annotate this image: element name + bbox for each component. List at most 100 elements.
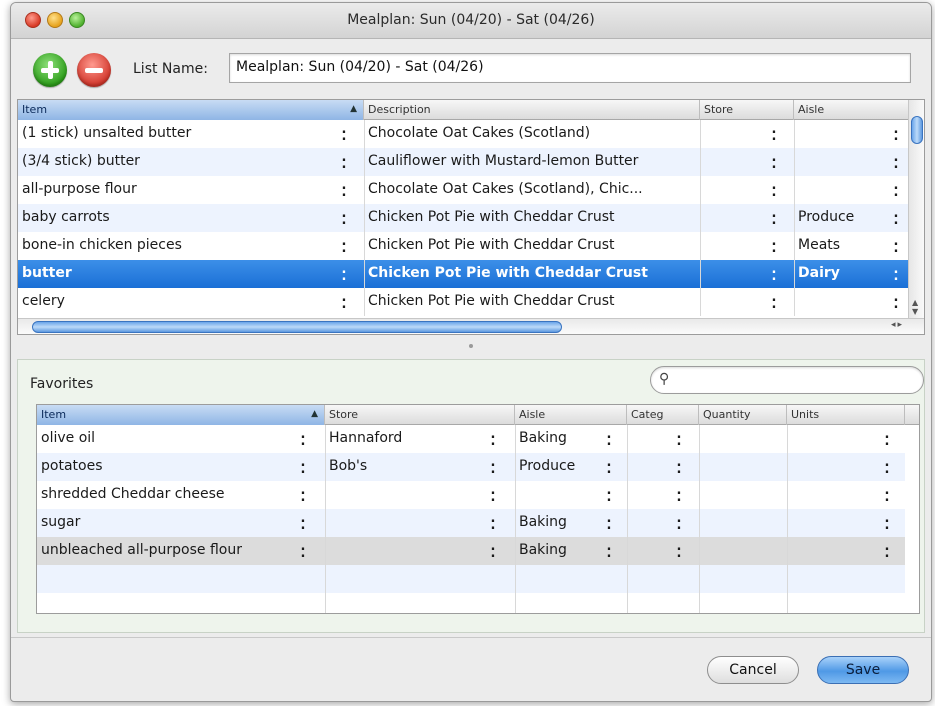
cell-store[interactable] — [700, 120, 772, 148]
fav-cell-categ[interactable] — [627, 537, 673, 565]
cell-item[interactable]: butter — [18, 260, 342, 288]
table-row[interactable]: celery.. Chicken Pot Pie with Cheddar Cru… — [18, 288, 910, 316]
fav-cell-categ[interactable] — [627, 453, 673, 481]
popup-stepper-icon[interactable]: .. — [489, 456, 497, 476]
popup-stepper-icon[interactable]: .. — [892, 123, 900, 143]
favorites-row[interactable]: olive oil.. Hannaford.. Baking...... — [37, 425, 905, 453]
cell-item[interactable]: baby carrots — [18, 204, 342, 232]
column-header-store[interactable]: Store — [700, 100, 794, 120]
cell-description[interactable]: Chocolate Oat Cakes (Scotland) — [364, 120, 696, 148]
table-row[interactable]: bone-in chicken pieces.. Chicken Pot Pie … — [18, 232, 910, 260]
popup-stepper-icon[interactable]: .. — [892, 179, 900, 199]
cell-aisle[interactable] — [794, 148, 888, 176]
horizontal-scroll-thumb[interactable] — [32, 321, 562, 333]
cell-description[interactable]: Chicken Pot Pie with Cheddar Crust — [364, 260, 696, 288]
cell-store[interactable] — [700, 204, 772, 232]
add-item-button[interactable] — [33, 53, 67, 87]
remove-item-button[interactable] — [77, 53, 111, 87]
fav-cell-aisle[interactable]: Produce — [515, 453, 601, 481]
table-row[interactable]: all-purpose flour.. Chocolate Oat Cakes (… — [18, 176, 910, 204]
favorites-search-input[interactable] — [679, 371, 915, 388]
fav-cell-units[interactable] — [787, 509, 879, 537]
cell-description[interactable]: Chocolate Oat Cakes (Scotland), Chic... — [364, 176, 696, 204]
fav-cell-store[interactable]: Bob's — [325, 453, 489, 481]
horizontal-scrollbar[interactable]: ◂▸ — [18, 318, 924, 334]
cell-item[interactable]: (1 stick) unsalted butter — [18, 120, 342, 148]
popup-stepper-icon[interactable]: .. — [340, 235, 348, 255]
popup-stepper-icon[interactable]: .. — [489, 484, 497, 504]
popup-stepper-icon[interactable]: .. — [489, 512, 497, 532]
fav-column-header-item[interactable]: Item ▲ — [37, 405, 325, 425]
vertical-scroll-thumb[interactable] — [911, 116, 923, 144]
cell-store[interactable] — [700, 148, 772, 176]
cell-aisle[interactable]: Produce — [794, 204, 888, 232]
popup-stepper-icon[interactable]: .. — [892, 151, 900, 171]
popup-stepper-icon[interactable]: .. — [892, 291, 900, 311]
table-row[interactable]: baby carrots.. Chicken Pot Pie with Chedd… — [18, 204, 910, 232]
fav-cell-aisle[interactable]: Baking — [515, 537, 601, 565]
fav-column-header-store[interactable]: Store — [325, 405, 515, 425]
favorites-search-field[interactable]: ⚲ — [650, 366, 924, 394]
popup-stepper-icon[interactable]: .. — [605, 540, 613, 560]
popup-stepper-icon[interactable]: .. — [299, 540, 307, 560]
fav-cell-item[interactable]: shredded Cheddar cheese — [37, 481, 299, 509]
fav-column-header-aisle[interactable]: Aisle — [515, 405, 627, 425]
popup-stepper-icon[interactable]: .. — [892, 263, 900, 283]
fav-cell-item[interactable]: potatoes — [37, 453, 299, 481]
fav-column-header-quantity[interactable]: Quantity — [699, 405, 787, 425]
column-header-description[interactable]: Description — [364, 100, 700, 120]
popup-stepper-icon[interactable]: .. — [340, 207, 348, 227]
fav-cell-store[interactable]: Hannaford — [325, 425, 489, 453]
fav-cell-categ[interactable] — [627, 481, 673, 509]
popup-stepper-icon[interactable]: .. — [340, 291, 348, 311]
fav-cell-store[interactable] — [325, 509, 489, 537]
scroll-arrows-icon[interactable]: ▲ ▼ — [912, 298, 918, 316]
fav-cell-store[interactable] — [325, 537, 489, 565]
table-row[interactable]: (1 stick) unsalted butter.. Chocolate Oat… — [18, 120, 910, 148]
popup-stepper-icon[interactable]: .. — [299, 456, 307, 476]
fav-cell-categ[interactable] — [627, 425, 673, 453]
cell-description[interactable]: Cauliflower with Mustard-lemon Butter — [364, 148, 696, 176]
popup-stepper-icon[interactable]: .. — [675, 456, 683, 476]
popup-stepper-icon[interactable]: .. — [299, 512, 307, 532]
list-name-input[interactable]: Mealplan: Sun (04/20) - Sat (04/26) — [229, 53, 911, 83]
fav-column-header-units[interactable]: Units — [787, 405, 905, 425]
popup-stepper-icon[interactable]: .. — [892, 207, 900, 227]
popup-stepper-icon[interactable]: .. — [770, 263, 778, 283]
popup-stepper-icon[interactable]: .. — [340, 151, 348, 171]
fav-column-header-categ[interactable]: Categ — [627, 405, 699, 425]
popup-stepper-icon[interactable]: .. — [770, 179, 778, 199]
popup-stepper-icon[interactable]: .. — [770, 235, 778, 255]
popup-stepper-icon[interactable]: .. — [770, 291, 778, 311]
fav-cell-aisle[interactable]: Baking — [515, 509, 601, 537]
cancel-button[interactable]: Cancel — [707, 656, 799, 684]
cell-description[interactable]: Chicken Pot Pie with Cheddar Crust — [364, 204, 696, 232]
popup-stepper-icon[interactable]: .. — [675, 428, 683, 448]
favorites-row[interactable]: sugar.... Baking...... — [37, 509, 905, 537]
cell-description[interactable]: Chicken Pot Pie with Cheddar Crust — [364, 232, 696, 260]
fav-cell-units[interactable] — [787, 425, 879, 453]
fav-cell-store[interactable] — [325, 481, 489, 509]
favorites-row[interactable]: shredded Cheddar cheese.......... — [37, 481, 905, 509]
column-header-item[interactable]: Item ▲ — [18, 100, 364, 120]
cell-store[interactable] — [700, 288, 772, 316]
cell-aisle[interactable] — [794, 176, 888, 204]
cell-store[interactable] — [700, 232, 772, 260]
table-row[interactable]: (3/4 stick) butter.. Cauliflower with Mus… — [18, 148, 910, 176]
fav-cell-units[interactable] — [787, 481, 879, 509]
cell-aisle[interactable]: Meats — [794, 232, 888, 260]
popup-stepper-icon[interactable]: .. — [770, 207, 778, 227]
fav-cell-quantity[interactable] — [699, 481, 783, 509]
cell-description[interactable]: Chicken Pot Pie with Cheddar Crust — [364, 288, 696, 316]
popup-stepper-icon[interactable]: .. — [770, 123, 778, 143]
fav-cell-quantity[interactable] — [699, 425, 783, 453]
popup-stepper-icon[interactable]: .. — [605, 456, 613, 476]
fav-cell-units[interactable] — [787, 537, 879, 565]
popup-stepper-icon[interactable]: .. — [770, 151, 778, 171]
save-button[interactable]: Save — [817, 656, 909, 684]
fav-cell-aisle[interactable]: Baking — [515, 425, 601, 453]
popup-stepper-icon[interactable]: .. — [605, 512, 613, 532]
cell-item[interactable]: bone-in chicken pieces — [18, 232, 342, 260]
cell-item[interactable]: all-purpose flour — [18, 176, 342, 204]
popup-stepper-icon[interactable]: .. — [340, 263, 348, 283]
